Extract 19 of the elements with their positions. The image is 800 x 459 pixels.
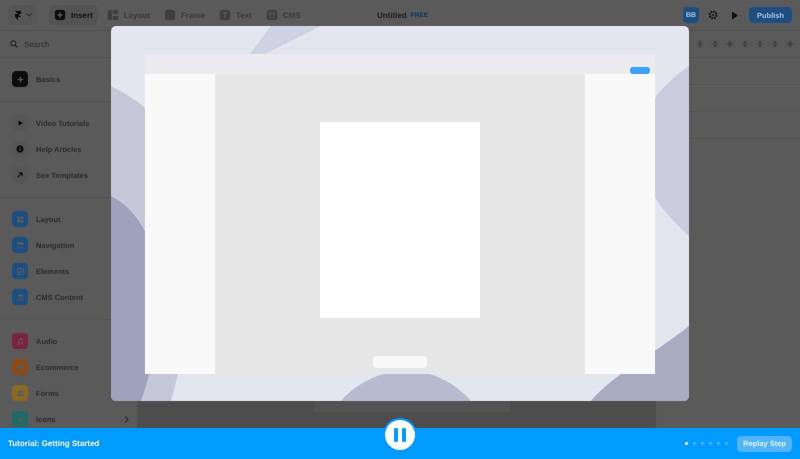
tool-icon: [106, 9, 119, 21]
toolbar-tab[interactable]: Insert: [49, 5, 98, 25]
pause-icon: [394, 428, 406, 442]
step-dot[interactable]: [685, 442, 688, 445]
logo-menu-button[interactable]: [8, 5, 37, 25]
tool-icon: [266, 9, 278, 21]
tool-icon: [54, 9, 66, 21]
tool-icon: [164, 9, 176, 21]
chevron-down-icon: [26, 13, 32, 17]
step-dot[interactable]: [725, 442, 728, 445]
search-icon: [10, 40, 18, 48]
tool-icon: [219, 9, 232, 21]
step-dot[interactable]: [709, 442, 712, 445]
logo-icon: [13, 10, 23, 20]
step-dot[interactable]: [693, 442, 696, 445]
step-dot[interactable]: [701, 442, 704, 445]
tutorial-title: Tutorial: Getting Started: [8, 439, 100, 448]
step-dot[interactable]: [717, 442, 720, 445]
project-title: Untitled: [377, 10, 407, 20]
